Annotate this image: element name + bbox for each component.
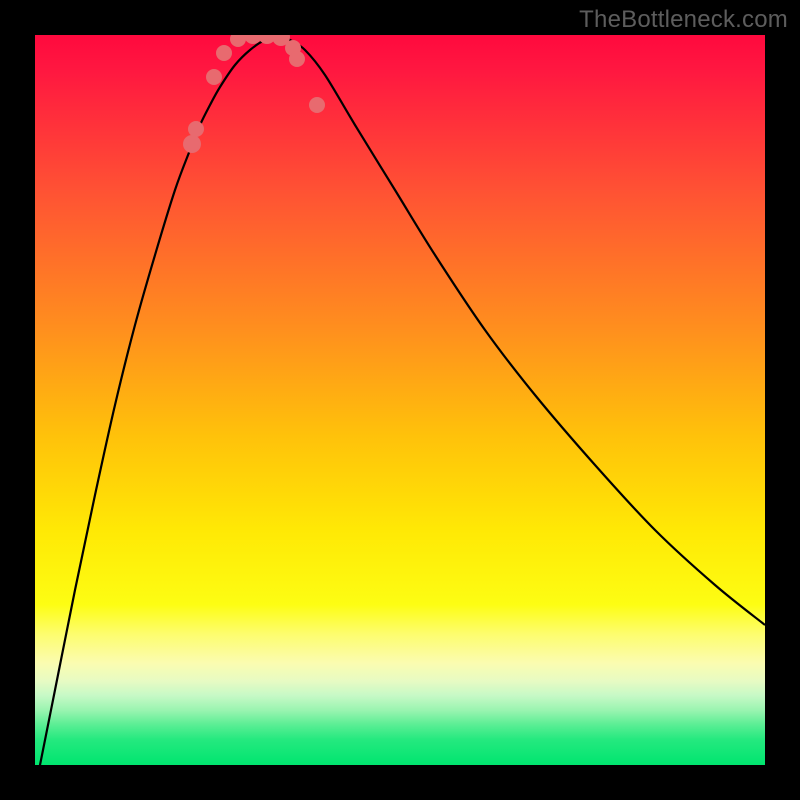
valley-point [188, 121, 204, 137]
outer-frame: TheBottleneck.com [0, 0, 800, 800]
valley-point [206, 69, 222, 85]
valley-point [183, 135, 201, 153]
valley-point [230, 35, 246, 47]
valley-point [289, 51, 305, 67]
plot-area [35, 35, 765, 765]
valley-points-layer [35, 35, 765, 765]
valley-points-group [183, 35, 325, 153]
valley-point [216, 45, 232, 61]
watermark-text: TheBottleneck.com [579, 6, 788, 34]
valley-point [309, 97, 325, 113]
